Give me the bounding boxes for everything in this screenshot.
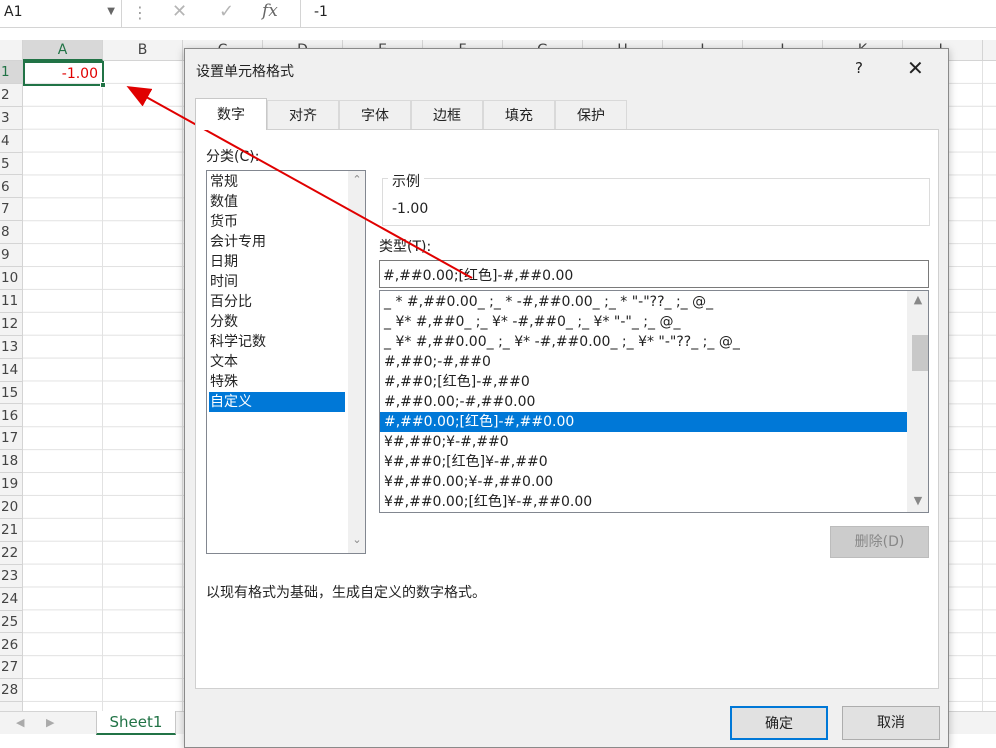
tab-5[interactable]: 保护 [555, 100, 627, 130]
row-header-20[interactable]: 20 [0, 496, 22, 519]
scroll-down-icon[interactable]: ⌄ [349, 533, 365, 546]
cancel-icon[interactable]: ✕ [172, 1, 187, 22]
ok-button[interactable]: 确定 [730, 706, 828, 740]
format-cells-dialog: 设置单元格格式 ? ✕ 数字 对齐 字体 边框 填充 保护 分类(C): 常规 数值 货币 会计… [184, 48, 949, 748]
category-item[interactable]: 特殊 [209, 372, 345, 392]
close-button[interactable]: ✕ [907, 56, 924, 80]
category-item[interactable]: 货币 [209, 212, 345, 232]
row-header-13[interactable]: 13 [0, 336, 22, 359]
tab-3[interactable]: 边框 [411, 100, 483, 130]
format-item[interactable]: ¥#,##0;¥-#,##0 [380, 432, 907, 452]
check-icon[interactable]: ✓ [219, 1, 234, 22]
format-item[interactable]: _ ¥* #,##0.00_ ;_ ¥* -#,##0.00_ ;_ ¥* "-… [380, 332, 907, 352]
name-box[interactable]: A1 ▼ [0, 0, 122, 27]
row-header-28[interactable]: 28 [0, 679, 22, 703]
column-header-a[interactable]: A [23, 40, 103, 61]
row-header-6[interactable]: 6 [0, 176, 22, 199]
tab-2[interactable]: 字体 [339, 100, 411, 130]
format-list[interactable]: _ * #,##0.00_ ;_ * -#,##0.00_ ;_ * "-"??… [379, 290, 929, 513]
row-header-21[interactable]: 21 [0, 519, 22, 542]
format-item[interactable]: ¥#,##0.00;¥-#,##0.00 [380, 472, 907, 492]
sample-value: -1.00 [392, 201, 429, 217]
row-header-25[interactable]: 25 [0, 611, 22, 634]
sample-label: 示例 [388, 171, 424, 191]
tab-1[interactable]: 对齐 [267, 100, 339, 130]
more-options-icon: ⋮ [132, 3, 148, 22]
scroll-down-icon[interactable]: ▼ [908, 494, 928, 507]
row-header-27[interactable]: 27 [0, 656, 22, 680]
category-item[interactable]: 常规 [209, 172, 345, 192]
scrollbar-thumb[interactable] [912, 335, 928, 371]
type-label: 类型(T): [379, 239, 432, 255]
row-header-19[interactable]: 19 [0, 473, 22, 497]
formula-input[interactable]: -1 [300, 0, 996, 27]
row-header-5[interactable]: 5 [0, 153, 22, 176]
tab-0[interactable]: 数字 [195, 98, 267, 130]
category-item[interactable]: 文本 [209, 352, 345, 372]
category-item[interactable]: 科学记数 [209, 332, 345, 352]
formula-bar: A1 ▼ ⋮ ✕ ✓ fx -1 [0, 0, 996, 28]
format-item[interactable]: _ ¥* #,##0_ ;_ ¥* -#,##0_ ;_ ¥* "-"_ ;_ … [380, 312, 907, 332]
cancel-button[interactable]: 取消 [842, 706, 940, 740]
category-scrollbar[interactable]: ⌃ ⌄ [348, 171, 365, 553]
row-header-14[interactable]: 14 [0, 359, 22, 382]
row-header-24[interactable]: 24 [0, 588, 22, 611]
tab-4[interactable]: 填充 [483, 100, 555, 130]
format-item[interactable]: _ * #,##0.00_ ;_ * -#,##0.00_ ;_ * "-"??… [380, 292, 907, 312]
format-item[interactable]: ¥#,##0.00;[红色]¥-#,##0.00 [380, 492, 907, 512]
fill-handle[interactable] [100, 82, 106, 88]
category-item[interactable]: 会计专用 [209, 232, 345, 252]
category-item[interactable]: 数值 [209, 192, 345, 212]
scroll-up-icon[interactable]: ⌃ [349, 173, 365, 186]
row-header-11[interactable]: 11 [0, 290, 22, 313]
select-all-corner[interactable] [0, 40, 23, 61]
row-header-26[interactable]: 26 [0, 634, 22, 657]
sample-group [382, 178, 930, 226]
row-header-7[interactable]: 7 [0, 198, 22, 222]
format-item[interactable]: #,##0;[红色]-#,##0 [380, 372, 907, 392]
row-header-1[interactable]: 1 [0, 61, 22, 84]
row-header: 1 2 3 4 5 6 7 8 9 10 11 12 13 14 15 16 17 18 19 20 21 22 23 24 2… [0, 61, 23, 711]
row-header-8[interactable]: 8 [0, 221, 22, 245]
scroll-up-icon[interactable]: ▲ [908, 293, 928, 306]
format-item[interactable]: ¥#,##0;[红色]¥-#,##0 [380, 452, 907, 472]
category-item[interactable]: 分数 [209, 312, 345, 332]
format-scrollbar[interactable]: ▲ ▼ [907, 291, 928, 512]
format-item[interactable]: #,##0;-#,##0 [380, 352, 907, 372]
category-item[interactable]: 时间 [209, 272, 345, 292]
format-item[interactable]: #,##0.00;[红色]-#,##0.00 [380, 412, 907, 432]
insert-function-icon[interactable]: fx [262, 1, 278, 21]
cell-a1[interactable]: -1.00 [23, 61, 104, 86]
row-header-4[interactable]: 4 [0, 130, 22, 153]
column-header-b[interactable]: B [103, 40, 183, 61]
row-header-9[interactable]: 9 [0, 244, 22, 268]
category-item[interactable]: 百分比 [209, 292, 345, 312]
row-header-22[interactable]: 22 [0, 542, 22, 565]
row-header-16[interactable]: 16 [0, 405, 22, 428]
row-header-3[interactable]: 3 [0, 107, 22, 130]
category-list[interactable]: 常规 数值 货币 会计专用 日期 时间 百分比 分数 科学记数 文本 特殊 自定义 ⌃ ⌄ [206, 170, 366, 554]
name-box-value: A1 [4, 4, 23, 20]
number-tab-panel: 分类(C): 常规 数值 货币 会计专用 日期 时间 百分比 分数 科学记数 文本 特殊 自定义 ⌃ … [195, 129, 939, 689]
scroll-left-icon[interactable]: ◀ [16, 716, 24, 729]
row-header-10[interactable]: 10 [0, 267, 22, 290]
row-header-2[interactable]: 2 [0, 84, 22, 107]
chevron-down-icon[interactable]: ▼ [107, 6, 115, 17]
category-item[interactable]: 日期 [209, 252, 345, 272]
dialog-title: 设置单元格格式 [196, 64, 294, 80]
category-item[interactable]: 自定义 [209, 392, 345, 412]
category-label: 分类(C): [206, 149, 260, 165]
format-item[interactable]: #,##0.00;-#,##0.00 [380, 392, 907, 412]
description-text: 以现有格式为基础，生成自定义的数字格式。 [206, 585, 486, 601]
row-header-12[interactable]: 12 [0, 313, 22, 336]
row-header-18[interactable]: 18 [0, 450, 22, 474]
type-input[interactable]: #,##0.00;[红色]-#,##0.00 [379, 260, 929, 288]
row-header-15[interactable]: 15 [0, 382, 22, 405]
row-header-23[interactable]: 23 [0, 565, 22, 588]
help-button[interactable]: ? [855, 59, 863, 77]
delete-button[interactable]: 删除(D) [830, 526, 929, 558]
scroll-right-icon[interactable]: ▶ [46, 716, 54, 729]
sheet-tab-sheet1[interactable]: Sheet1 [96, 711, 176, 735]
row-header-17[interactable]: 17 [0, 427, 22, 451]
